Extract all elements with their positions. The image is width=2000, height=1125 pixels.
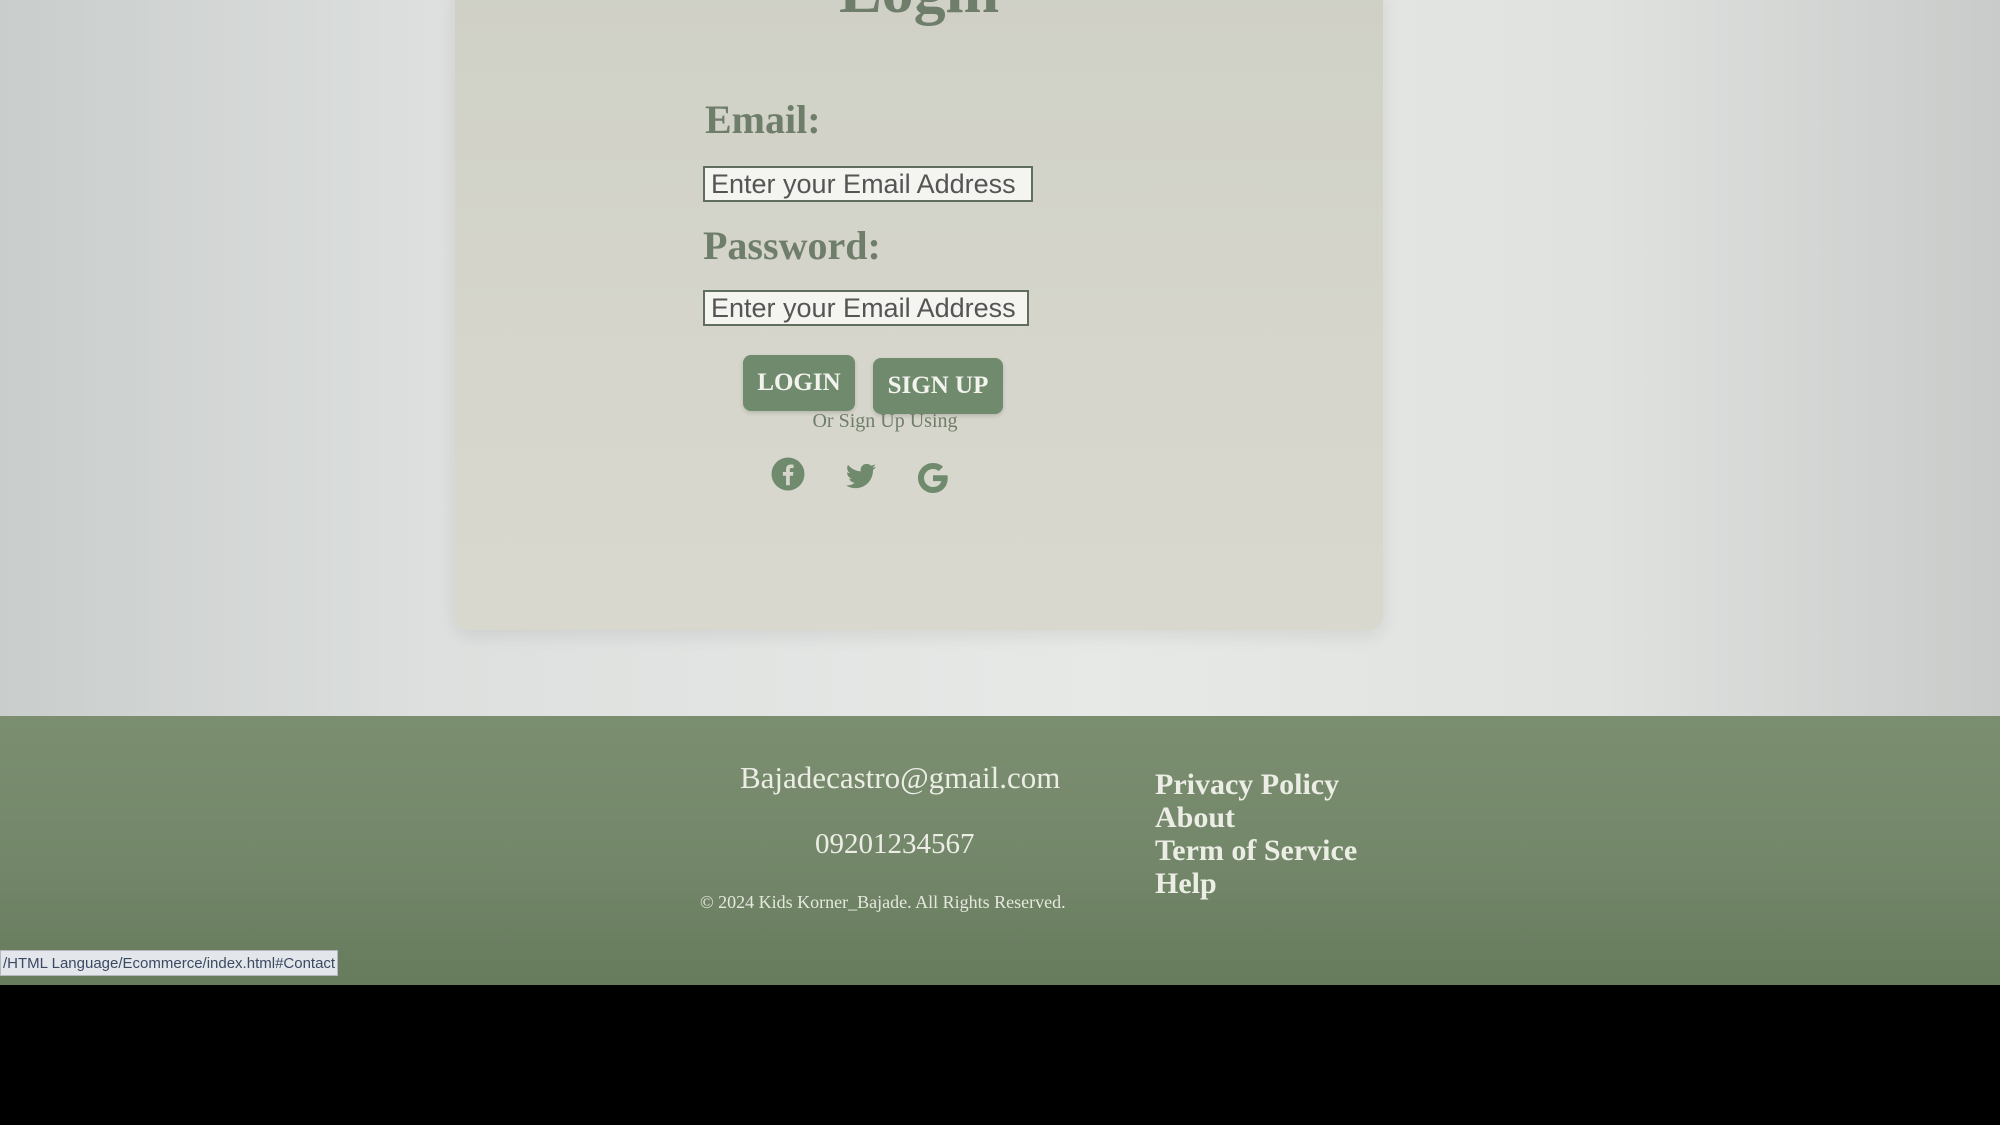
site-footer: Bajadecastro@gmail.com 09201234567 © 202… — [0, 716, 2000, 990]
login-button[interactable]: LOGIN — [743, 355, 855, 411]
footer-link-term-of-service[interactable]: Term of Service — [1155, 834, 1357, 867]
monitor-bezel — [0, 985, 2000, 1125]
footer-links: Privacy Policy About Term of Service Hel… — [1155, 768, 1357, 900]
sign-up-button[interactable]: SIGN UP — [873, 358, 1003, 414]
facebook-icon[interactable] — [770, 456, 806, 492]
footer-link-about[interactable]: About — [1155, 801, 1357, 834]
footer-copyright: © 2024 Kids Korner_Bajade. All Rights Re… — [700, 892, 1066, 912]
google-icon[interactable] — [915, 460, 951, 496]
footer-phone: 09201234567 — [815, 828, 975, 860]
password-label: Password: — [703, 223, 881, 268]
social-signup-prompt: Or Sign Up Using — [812, 410, 958, 432]
browser-viewport: Login Email: Password: LOGIN SIGN UP Or … — [0, 0, 2000, 1000]
twitter-icon[interactable] — [843, 458, 879, 494]
email-field[interactable] — [703, 166, 1033, 202]
email-label: Email: — [705, 97, 821, 142]
page-title: Login — [455, 0, 1383, 28]
password-field[interactable] — [703, 290, 1029, 326]
login-card: Login Email: Password: LOGIN SIGN UP Or … — [455, 0, 1383, 630]
footer-email[interactable]: Bajadecastro@gmail.com — [740, 760, 1060, 796]
footer-link-help[interactable]: Help — [1155, 867, 1357, 900]
footer-link-privacy-policy[interactable]: Privacy Policy — [1155, 768, 1357, 801]
status-bar-url: /HTML Language/Ecommerce/index.html#Cont… — [0, 950, 338, 976]
